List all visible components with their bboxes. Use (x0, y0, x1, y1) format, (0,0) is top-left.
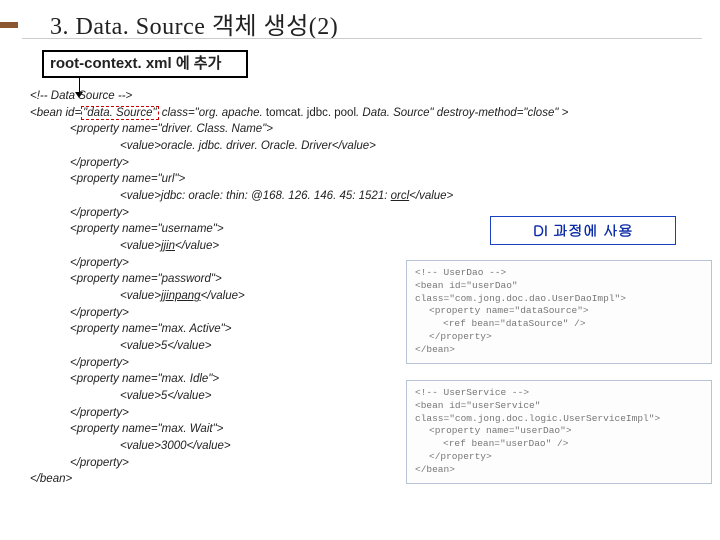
code-text: tomcat. jdbc. pool (266, 107, 356, 119)
title-bar: 3. Data. Source 객체 생성(2) (0, 0, 720, 40)
code-line: <bean id="data. Source" class="org. apac… (30, 105, 700, 122)
code-text: jjinpang (161, 290, 201, 302)
code-text: class="org. apache. (159, 107, 266, 119)
code-line: <value>oracle. jdbc. driver. Oracle. Dri… (120, 138, 700, 155)
code-text: <value>jdbc: oracle: thin: @168. 126. 14… (120, 190, 391, 202)
code-text: <bean id= (30, 107, 81, 119)
snippet-line: </bean> (415, 344, 703, 357)
di-callout: DI 과정에 사용 (490, 216, 676, 245)
page-title: 3. Data. Source 객체 생성(2) (50, 6, 338, 41)
snippet-line: </property> (429, 331, 703, 344)
code-text: </value> (175, 240, 219, 252)
snippet-line: </property> (429, 451, 703, 464)
snippet-line: <!-- UserService --> (415, 387, 703, 400)
snippet-userdao: <!-- UserDao --> <bean id="userDao" clas… (406, 260, 712, 364)
highlight-datasource-id: "data. Source" (81, 106, 158, 120)
code-line: <property name="url"> (70, 171, 700, 188)
snippet-line: <ref bean="dataSource" /> (443, 318, 703, 331)
code-text: jjin (161, 240, 175, 252)
code-text: orcl (391, 190, 410, 202)
snippet-line: <!-- UserDao --> (415, 267, 703, 280)
code-text: <value> (120, 290, 161, 302)
snippet-userservice: <!-- UserService --> <bean id="userServi… (406, 380, 712, 484)
code-line: </property> (70, 155, 700, 172)
snippet-line: <bean id="userDao" class="com.jong.doc.d… (415, 280, 703, 306)
accent-bar (0, 22, 18, 28)
snippet-line: <ref bean="userDao" /> (443, 438, 703, 451)
code-text: . Data. Source" destroy-method="close" > (356, 107, 568, 119)
code-line: <property name="driver. Class. Name"> (70, 121, 700, 138)
code-text: <value> (120, 240, 161, 252)
code-line: <value>jdbc: oracle: thin: @168. 126. 14… (120, 188, 700, 205)
code-text: </value> (409, 190, 453, 202)
code-line: <!-- Data Source --> (30, 88, 700, 105)
code-text: </value> (201, 290, 245, 302)
snippet-line: <bean id="userService" class="com.jong.d… (415, 400, 703, 426)
snippet-line: <property name="userDao"> (429, 425, 703, 438)
snippet-line: </bean> (415, 464, 703, 477)
title-underline (22, 38, 702, 39)
snippet-line: <property name="dataSource"> (429, 305, 703, 318)
root-context-label: root-context. xml 에 추가 (42, 50, 248, 78)
